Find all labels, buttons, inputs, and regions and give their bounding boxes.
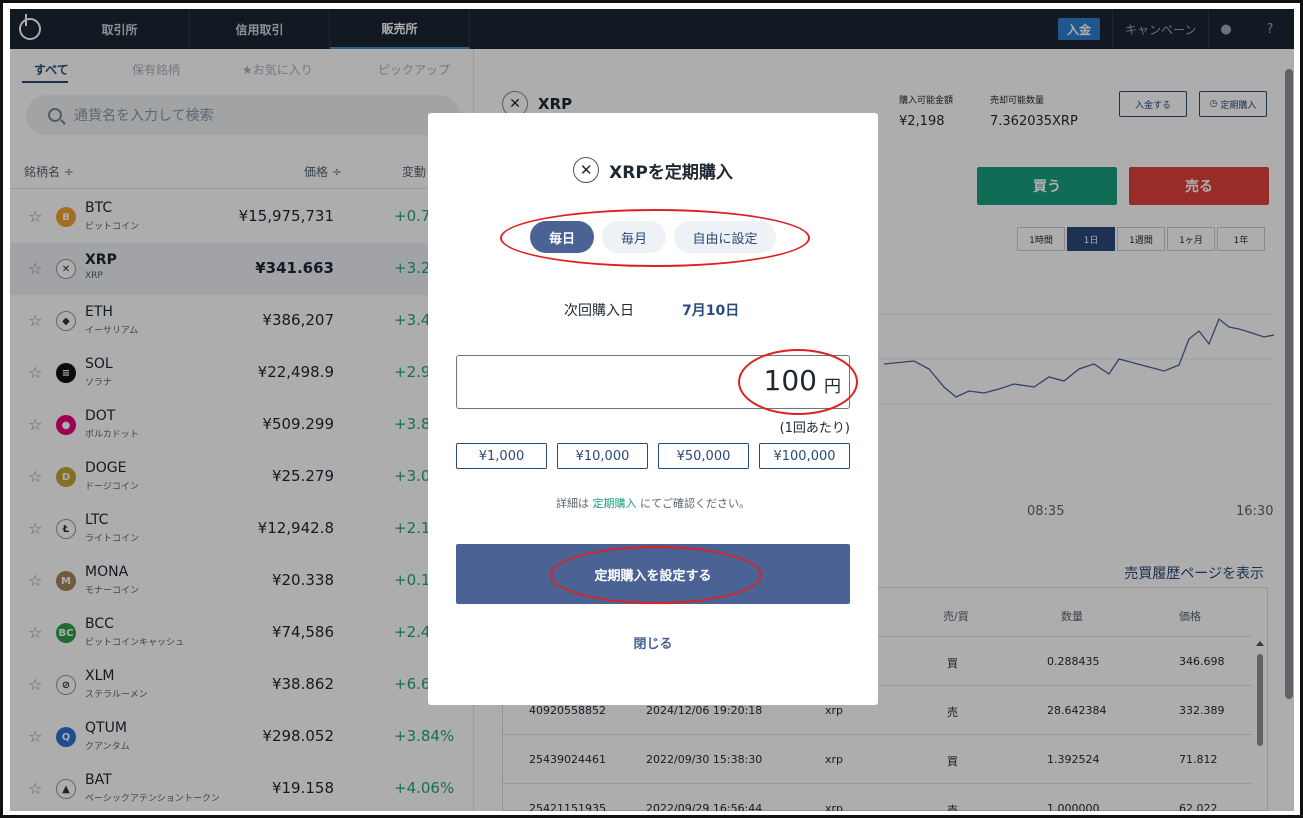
modal-title-text: XRPを定期購入 <box>609 162 733 183</box>
recurring-purchase-modal: ✕ XRPを定期購入 毎日 毎月 自由に設定 次回購入日 7月10日 100 円… <box>428 113 878 705</box>
amount-input[interactable]: 100 円 <box>456 355 850 409</box>
preset-10000-button[interactable]: ¥10,000 <box>557 443 648 469</box>
amount-unit: 円 <box>824 377 841 397</box>
preset-1000-button[interactable]: ¥1,000 <box>456 443 547 469</box>
screenshot-frame: 取引所 信用取引 販売所 入金 キャンペーン ● ? すべて 保有銘柄 ★お気に… <box>0 0 1303 818</box>
modal-title: ✕ XRPを定期購入 <box>428 157 878 183</box>
recurring-purchase-link[interactable]: 定期購入 <box>593 497 637 510</box>
xrp-icon: ✕ <box>573 157 600 183</box>
next-purchase-date: 7月10日 <box>682 303 740 319</box>
detail-note: 詳細は 定期購入 にてご確認ください。 <box>428 495 878 511</box>
frequency-custom[interactable]: 自由に設定 <box>674 221 776 253</box>
close-button[interactable]: 閉じる <box>428 633 878 652</box>
per-purchase-note: (1回あたり) <box>779 421 850 436</box>
frequency-daily[interactable]: 毎日 <box>530 221 594 253</box>
detail-suffix: にてご確認ください。 <box>640 497 750 510</box>
preset-50000-button[interactable]: ¥50,000 <box>658 443 749 469</box>
preset-100000-button[interactable]: ¥100,000 <box>759 443 850 469</box>
frequency-monthly[interactable]: 毎月 <box>602 221 666 253</box>
amount-value: 100 <box>763 364 817 397</box>
app-window: 取引所 信用取引 販売所 入金 キャンペーン ● ? すべて 保有銘柄 ★お気に… <box>10 9 1294 811</box>
next-purchase-label: 次回購入日 <box>564 303 634 319</box>
set-recurring-purchase-button[interactable]: 定期購入を設定する <box>456 544 850 604</box>
detail-prefix: 詳細は <box>556 497 589 510</box>
